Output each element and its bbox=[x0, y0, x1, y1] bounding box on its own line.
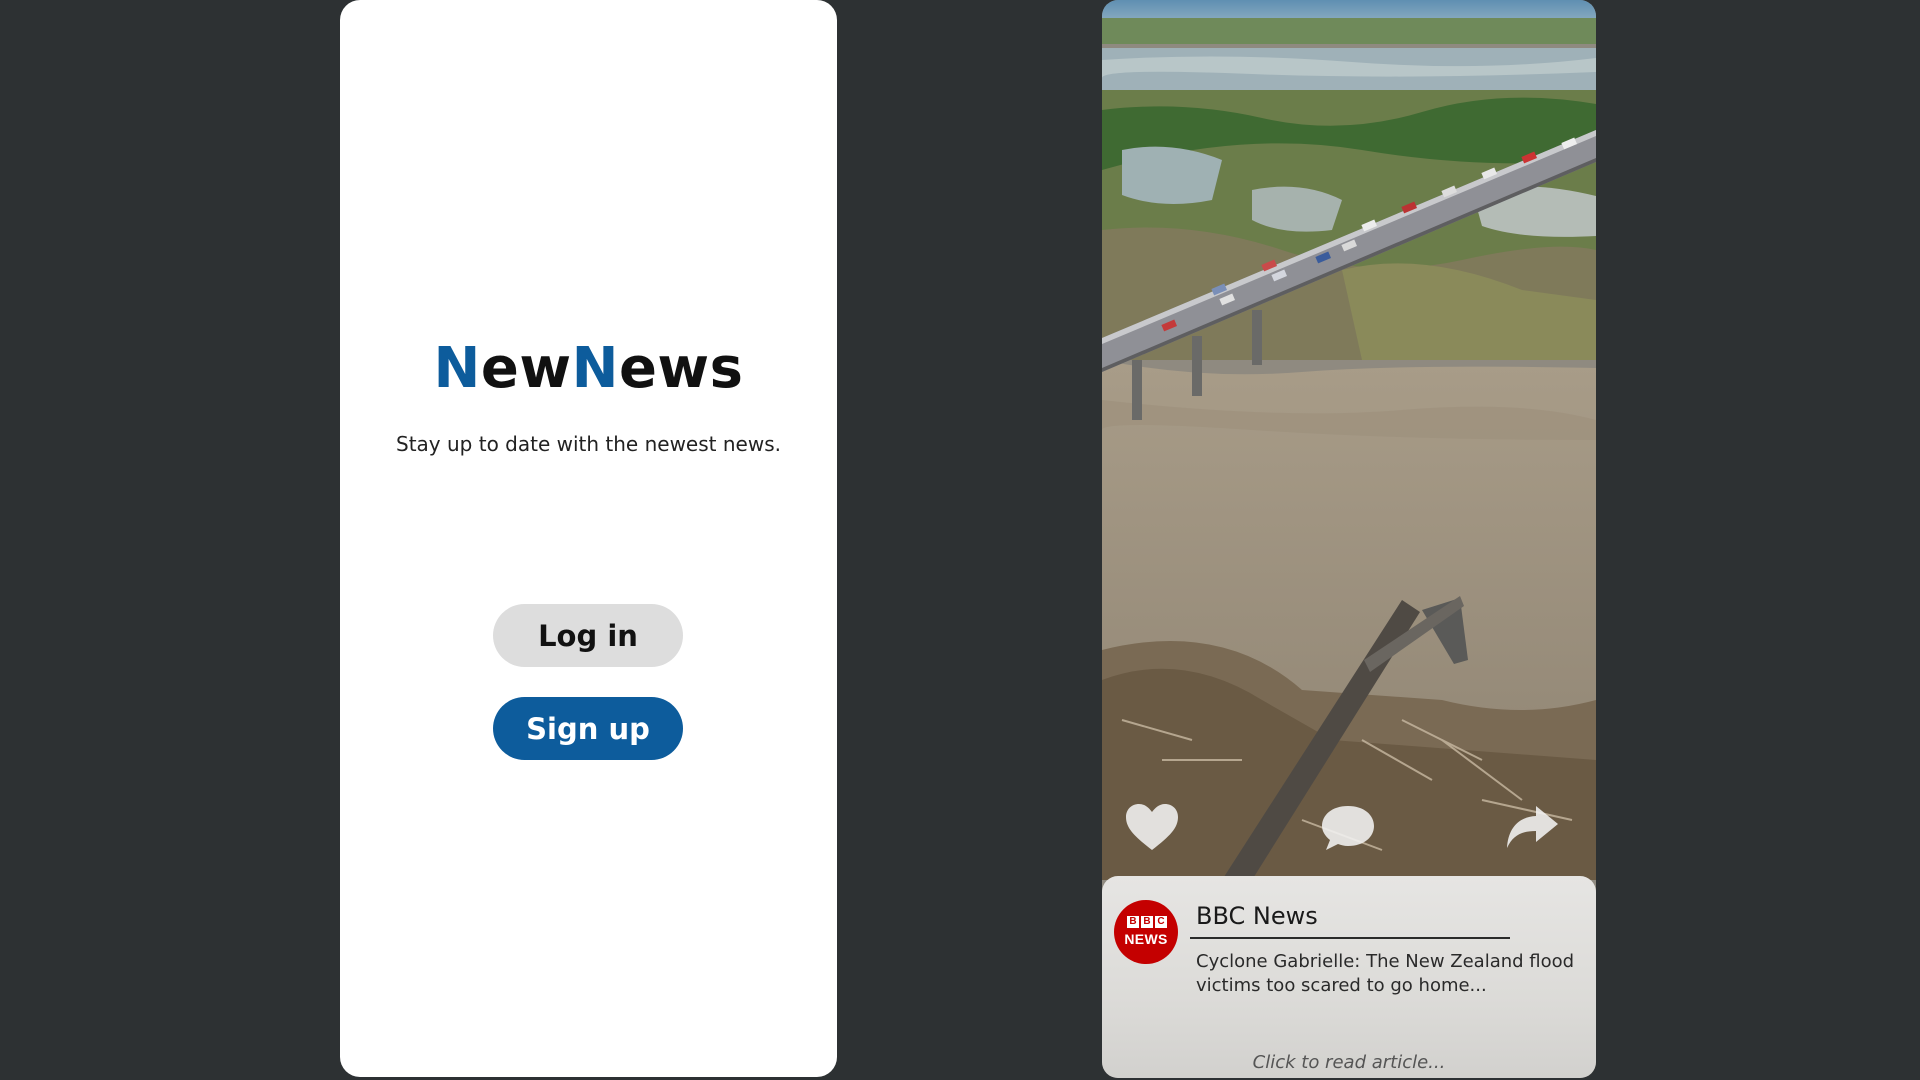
source-name: BBC News bbox=[1196, 902, 1318, 930]
bbc-block-b2: B bbox=[1141, 916, 1153, 928]
login-button[interactable]: Log in bbox=[493, 604, 683, 667]
article-card[interactable]: B B C NEWS BBC News Cyclone Gabrielle: T… bbox=[1102, 876, 1596, 1078]
news-feed-screen: B B C NEWS BBC News Cyclone Gabrielle: T… bbox=[1102, 0, 1596, 1078]
tagline: Stay up to date with the newest news. bbox=[396, 432, 781, 456]
auth-screen: NewNews Stay up to date with the newest … bbox=[340, 0, 837, 1077]
heart-icon[interactable] bbox=[1124, 802, 1180, 854]
signup-button[interactable]: Sign up bbox=[493, 697, 683, 760]
stage: NewNews Stay up to date with the newest … bbox=[0, 0, 1920, 1080]
share-icon[interactable] bbox=[1504, 802, 1560, 854]
logo-letter-n2: N bbox=[571, 336, 619, 401]
bbc-logo-word: NEWS bbox=[1124, 931, 1168, 947]
article-photo bbox=[1102, 0, 1596, 880]
comment-icon[interactable] bbox=[1320, 802, 1376, 854]
article-headline: Cyclone Gabrielle: The New Zealand flood… bbox=[1196, 951, 1575, 996]
bbc-block-b1: B bbox=[1127, 916, 1139, 928]
source-divider bbox=[1190, 937, 1510, 939]
bbc-logo-blocks: B B C bbox=[1127, 916, 1167, 928]
read-article-hint[interactable]: Click to read article... bbox=[1102, 1052, 1596, 1073]
logo-text-ew: ew bbox=[480, 336, 572, 401]
logo-letter-n1: N bbox=[433, 336, 481, 401]
logo-text-ews: ews bbox=[618, 336, 744, 401]
app-logo: NewNews bbox=[340, 336, 837, 401]
bbc-news-logo: B B C NEWS bbox=[1114, 900, 1178, 964]
bbc-block-c: C bbox=[1155, 916, 1167, 928]
